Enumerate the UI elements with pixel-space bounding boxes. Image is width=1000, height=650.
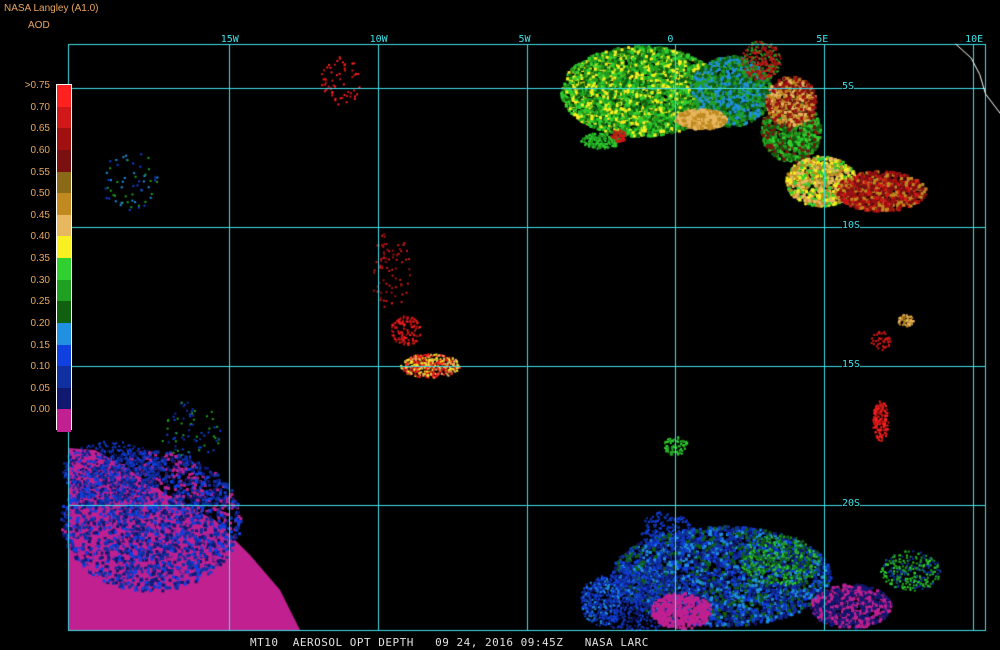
- legend-value-label: 0.40: [30, 231, 50, 243]
- legend-swatch: [57, 387, 71, 410]
- legend-value-label: 0.60: [30, 144, 50, 156]
- legend-swatch: [57, 322, 71, 345]
- legend-swatch: [57, 409, 71, 432]
- legend-value-label: 0.35: [30, 253, 50, 264]
- legend-swatch: [57, 366, 71, 389]
- longitude-label: 0: [667, 34, 674, 45]
- legend-value-label: 0.20: [30, 317, 50, 329]
- legend-value-label: 0.55: [30, 166, 50, 178]
- legend-value-label: 0.65: [30, 123, 50, 135]
- latitude-label: 5S: [842, 81, 855, 93]
- legend-value-label: 0.15: [30, 339, 50, 351]
- longitude-label: 15W: [220, 34, 239, 45]
- longitude-label: 10W: [369, 34, 388, 45]
- longitude-label: 10E: [965, 34, 984, 45]
- legend-swatch: [57, 301, 71, 324]
- legend-value-label: 0.50: [30, 188, 50, 200]
- latitude-label: 20S: [842, 498, 861, 510]
- legend-swatch: [57, 279, 71, 302]
- legend-swatch: [57, 149, 71, 172]
- legend-swatch: [57, 214, 71, 237]
- latitude-label: 15S: [842, 359, 861, 371]
- legend-value-label: 0.00: [30, 404, 50, 416]
- legend-value-label: 0.30: [30, 274, 50, 286]
- legend-value-label: >0.75: [24, 80, 50, 91]
- legend-swatch: [57, 106, 71, 129]
- legend-swatch: [57, 128, 71, 151]
- legend-swatch: [57, 171, 71, 194]
- credit-label: NASA Langley (A1.0): [4, 3, 99, 14]
- legend-swatch: [57, 193, 71, 216]
- legend-value-label: 0.45: [30, 209, 50, 221]
- legend-value-label: 0.70: [30, 101, 50, 113]
- footer-caption: MT10 AEROSOL OPT DEPTH 09 24, 2016 09:45…: [250, 636, 649, 649]
- legend-swatch: [57, 258, 71, 281]
- legend-value-label: 0.05: [30, 382, 50, 394]
- aerosol-map-canvas: [0, 0, 1000, 650]
- legend-color-bar: [56, 84, 72, 432]
- legend-swatch: [57, 85, 71, 108]
- latitude-label: 10S: [842, 220, 861, 232]
- legend-value-label: 0.25: [30, 296, 50, 308]
- longitude-label: 5E: [816, 34, 829, 45]
- product-label: AOD: [28, 20, 50, 31]
- legend-swatch: [57, 344, 71, 367]
- longitude-label: 5W: [518, 34, 531, 45]
- legend-value-label: 0.10: [30, 361, 50, 373]
- legend-swatch: [57, 236, 71, 259]
